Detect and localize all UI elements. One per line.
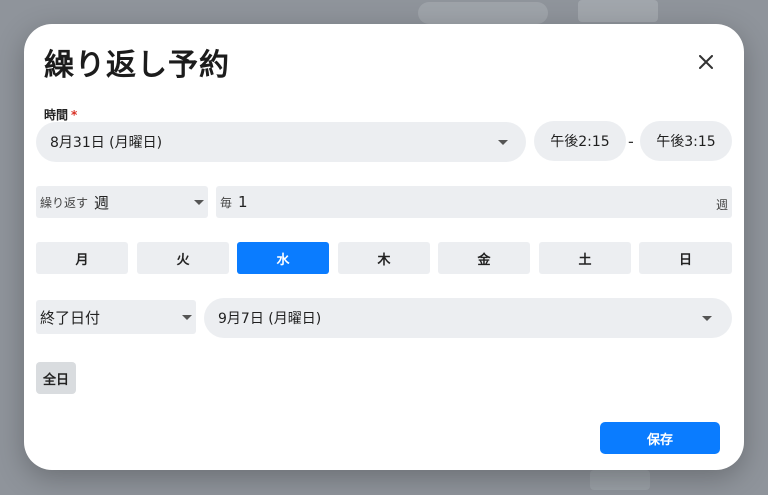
end-time-select[interactable]: 午後3:15 xyxy=(640,121,732,161)
end-time-value: 午後3:15 xyxy=(656,134,716,150)
weekday-sunday[interactable]: 日 xyxy=(639,242,732,274)
start-time-select[interactable]: 午後2:15 xyxy=(534,121,626,161)
weekday-wednesday[interactable]: 水 xyxy=(237,242,329,274)
repeat-interval-input[interactable]: 毎 1 週 xyxy=(216,186,732,218)
all-day-toggle[interactable]: 全日 xyxy=(36,362,76,394)
repeat-value: 週 xyxy=(94,193,110,212)
chevron-down-icon xyxy=(194,200,204,205)
end-date-value: 9月7日 (月曜日) xyxy=(218,311,322,327)
start-date-select[interactable]: 8月31日 (月曜日) xyxy=(36,122,526,162)
repeat-label: 繰り返す xyxy=(40,195,89,210)
interval-unit: 週 xyxy=(715,198,728,212)
start-time-value: 午後2:15 xyxy=(550,134,610,150)
repeat-frequency-select[interactable]: 繰り返す 週 xyxy=(36,186,208,218)
background-button xyxy=(578,0,658,22)
recurring-reservation-dialog: 繰り返し予約 時間 * 8月31日 (月曜日) 午後2:15 - 午後3:15 繰… xyxy=(24,24,744,470)
dialog-title: 繰り返し予約 xyxy=(44,48,230,83)
weekday-friday[interactable]: 金 xyxy=(438,242,530,274)
time-label: 時間 * xyxy=(44,106,77,123)
weekday-saturday[interactable]: 土 xyxy=(539,242,631,274)
every-prefix: 毎 xyxy=(220,195,233,210)
interval-value: 1 xyxy=(238,193,248,211)
end-date-select[interactable]: 9月7日 (月曜日) xyxy=(204,298,732,338)
start-date-value: 8月31日 (月曜日) xyxy=(50,135,163,151)
close-button[interactable] xyxy=(692,48,720,76)
weekday-monday[interactable]: 月 xyxy=(36,242,128,274)
close-icon xyxy=(699,55,713,69)
chevron-down-icon xyxy=(498,140,508,145)
end-type-select[interactable]: 終了日付 xyxy=(36,300,196,334)
chevron-down-icon xyxy=(182,315,192,320)
weekday-tuesday[interactable]: 火 xyxy=(137,242,229,274)
time-label-text: 時間 xyxy=(44,108,69,122)
save-button[interactable]: 保存 xyxy=(600,422,720,454)
background-button xyxy=(590,470,650,490)
chevron-down-icon xyxy=(702,316,712,321)
end-type-value: 終了日付 xyxy=(40,308,101,327)
time-separator: - xyxy=(628,132,634,151)
background-pill xyxy=(418,2,548,24)
required-mark: * xyxy=(71,108,78,122)
weekday-thursday[interactable]: 木 xyxy=(338,242,430,274)
